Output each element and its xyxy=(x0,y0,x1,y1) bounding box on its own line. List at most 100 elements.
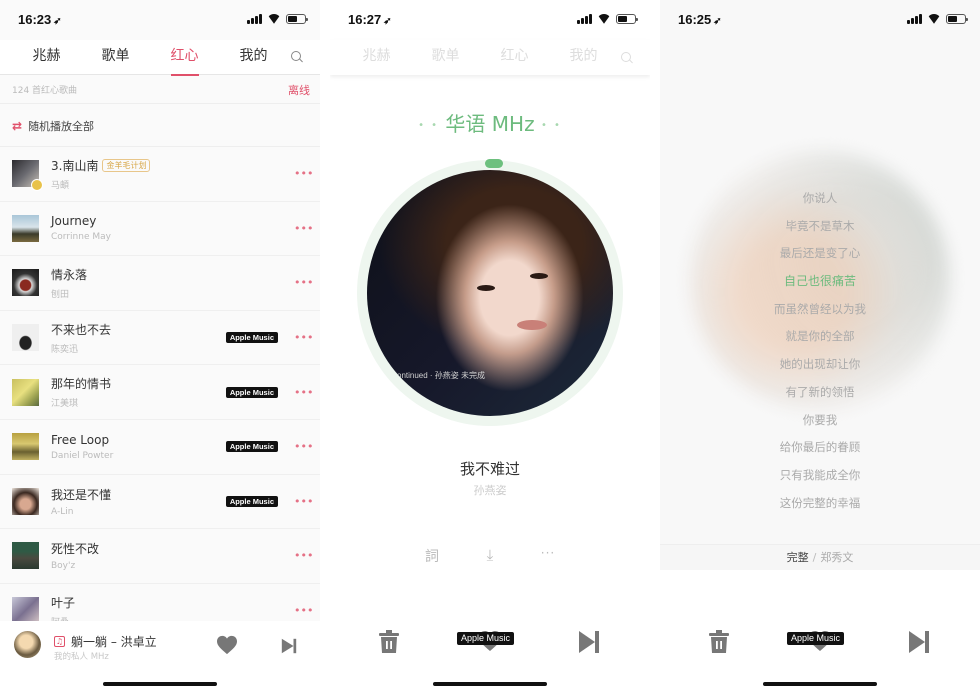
lyrics-button[interactable]: 詞 xyxy=(422,546,442,566)
song-artist: 马頔 xyxy=(51,180,70,191)
more-options-button[interactable]: ••• xyxy=(294,331,313,344)
song-title: 不来也不去 xyxy=(51,322,112,337)
more-options-button[interactable]: ••• xyxy=(294,549,313,562)
home-indicator xyxy=(103,682,217,686)
search-icon[interactable] xyxy=(290,50,304,64)
battery-icon xyxy=(286,14,308,24)
apple-music-badge: Apple Music xyxy=(225,441,278,453)
lyrics-song-title: 完整 xyxy=(786,551,809,564)
tab-mine[interactable]: 我的 xyxy=(219,40,288,75)
song-title: Journey xyxy=(51,214,97,229)
lyric-line: 这份完整的幸福 xyxy=(779,495,861,510)
art-detail xyxy=(530,273,548,279)
tab-playlists[interactable]: 歌单 xyxy=(411,40,480,75)
location-arrow-icon: ➶ xyxy=(383,16,392,27)
album-cover xyxy=(12,160,43,192)
shuffle-icon: ⇄ xyxy=(12,118,23,133)
song-title: Free Loop xyxy=(51,432,110,447)
album-art[interactable]: ontinued · 孙燕姿 未完成 xyxy=(367,170,613,416)
wifi-icon xyxy=(267,14,281,24)
download-icon[interactable]: ⤓ xyxy=(480,546,500,566)
song-artist: Corrinne May xyxy=(51,232,111,243)
song-row[interactable]: Free Loop Daniel Powter Apple Music ••• xyxy=(0,420,320,475)
screen-lyrics: 16:25 ➶ 你说人 毕竟不是草木 最后还是变了心 自己也很痛苦 而虽然曾经以为… xyxy=(660,0,980,693)
album-cover xyxy=(12,542,39,570)
more-options-button[interactable]: ••• xyxy=(294,222,313,235)
more-options-button[interactable]: ••• xyxy=(294,440,313,453)
song-artist: 江美琪 xyxy=(51,399,79,410)
lyric-line: 只有我能成全你 xyxy=(779,467,861,482)
mini-player[interactable]: ♫ 躺一躺 – 洪卓立 我的私人 MHz xyxy=(0,621,320,693)
album-cover xyxy=(12,214,39,242)
more-options-button[interactable]: ··· xyxy=(538,546,558,566)
trash-icon[interactable] xyxy=(708,630,730,654)
lyric-line: 有了新的领悟 xyxy=(785,384,855,399)
song-artist: 刨田 xyxy=(51,289,70,300)
song-title: 死性不改 xyxy=(51,542,100,557)
album-cover xyxy=(12,433,39,461)
screen-now-playing: 16:27 ➶ 兆赫 歌单 红心 我的 • • 华语 MHz • • ontinu… xyxy=(330,0,650,693)
next-track-icon[interactable] xyxy=(578,630,600,654)
lyric-line-current: 自己也很痛苦 xyxy=(783,274,856,289)
decor-dots-right: • • xyxy=(540,120,562,131)
lyric-line: 给你最后的眷顾 xyxy=(779,440,861,455)
music-note-icon: ♫ xyxy=(54,636,65,647)
tab-liked[interactable]: 红心 xyxy=(480,40,549,75)
apple-music-badge: Apple Music xyxy=(457,632,515,645)
liked-count: 124 首红心歌曲 xyxy=(12,86,78,96)
lyric-line: 而虽然曾经以为我 xyxy=(774,301,866,316)
art-detail xyxy=(477,285,495,291)
song-row[interactable]: Journey Corrinne May ••• xyxy=(0,202,320,257)
song-row[interactable]: 我还是不懂 A-Lin Apple Music ••• xyxy=(0,475,320,530)
more-options-button[interactable]: ••• xyxy=(294,276,313,289)
art-detail xyxy=(517,320,547,330)
channel-title[interactable]: • • 华语 MHz • • xyxy=(330,108,650,137)
coin-badge-icon xyxy=(31,179,43,192)
lyric-line: 就是你的全部 xyxy=(785,329,855,344)
song-artist: Boy'z xyxy=(51,561,76,572)
tab-playlists[interactable]: 歌单 xyxy=(81,40,150,75)
tab-mine[interactable]: 我的 xyxy=(549,40,618,75)
progress-indicator[interactable] xyxy=(485,159,503,168)
song-artist: Daniel Powter xyxy=(51,450,114,461)
more-options-button[interactable]: ••• xyxy=(294,495,313,508)
album-cover xyxy=(12,324,39,352)
home-indicator xyxy=(763,682,877,686)
song-row[interactable]: 那年的情书 江美琪 Apple Music ••• xyxy=(0,365,320,420)
tab-fm[interactable]: 兆赫 xyxy=(342,40,411,75)
lyrics-song-info: 完整 / 郑秀文 xyxy=(660,544,980,570)
search-icon[interactable] xyxy=(620,51,634,65)
battery-icon xyxy=(616,14,638,24)
screen-liked-songs: 16:23 ➶ 兆赫 歌单 红心 我的 124 首红心歌曲 离线 ⇄ 随机播放全部… xyxy=(0,0,320,693)
more-options-button[interactable]: ••• xyxy=(294,167,313,180)
heart-icon[interactable] xyxy=(216,635,238,655)
status-bar: 16:27 ➶ xyxy=(330,0,650,40)
lyric-line: 毕竟不是草木 xyxy=(785,218,855,233)
next-track-icon[interactable] xyxy=(280,637,298,655)
lyrics-view[interactable]: 你说人 毕竟不是草木 最后还是变了心 自己也很痛苦 而虽然曾经以为我 就是你的全… xyxy=(660,187,980,519)
trash-icon[interactable] xyxy=(378,630,400,654)
mini-player-subtitle: 我的私人 MHz xyxy=(54,652,109,662)
song-artist: A-Lin xyxy=(51,506,74,517)
now-playing-artist[interactable]: 孙燕姿 xyxy=(330,482,650,498)
more-options-button[interactable]: ••• xyxy=(294,604,313,617)
lyrics-artist: 郑秀文 xyxy=(820,551,854,564)
golden-fleece-tag: 金羊毛计划 xyxy=(102,158,151,172)
next-track-icon[interactable] xyxy=(908,630,930,654)
cellular-signal-icon xyxy=(577,14,592,24)
lyric-line: 最后还是变了心 xyxy=(779,246,861,261)
wifi-icon xyxy=(927,14,941,24)
song-row[interactable]: 情永落刨田 ••• xyxy=(0,256,320,311)
song-row[interactable]: 死性不改 Boy'z ••• xyxy=(0,529,320,584)
song-row[interactable]: 不来也不去 陈奕迅 Apple Music ••• xyxy=(0,311,320,366)
album-cover xyxy=(12,269,39,297)
song-title: 那年的情书 xyxy=(51,377,112,392)
song-row[interactable]: 3.南山南 金羊毛计划 马頔 ••• xyxy=(0,147,320,202)
shuffle-all-button[interactable]: ⇄ 随机播放全部 xyxy=(0,105,320,147)
tab-liked[interactable]: 红心 xyxy=(150,40,219,76)
song-title: 情永落 xyxy=(51,267,88,282)
offline-button[interactable]: 离线 xyxy=(288,82,310,98)
more-options-button[interactable]: ••• xyxy=(294,386,313,399)
song-artist: 陈奕迅 xyxy=(51,344,79,355)
tab-fm[interactable]: 兆赫 xyxy=(12,40,81,75)
